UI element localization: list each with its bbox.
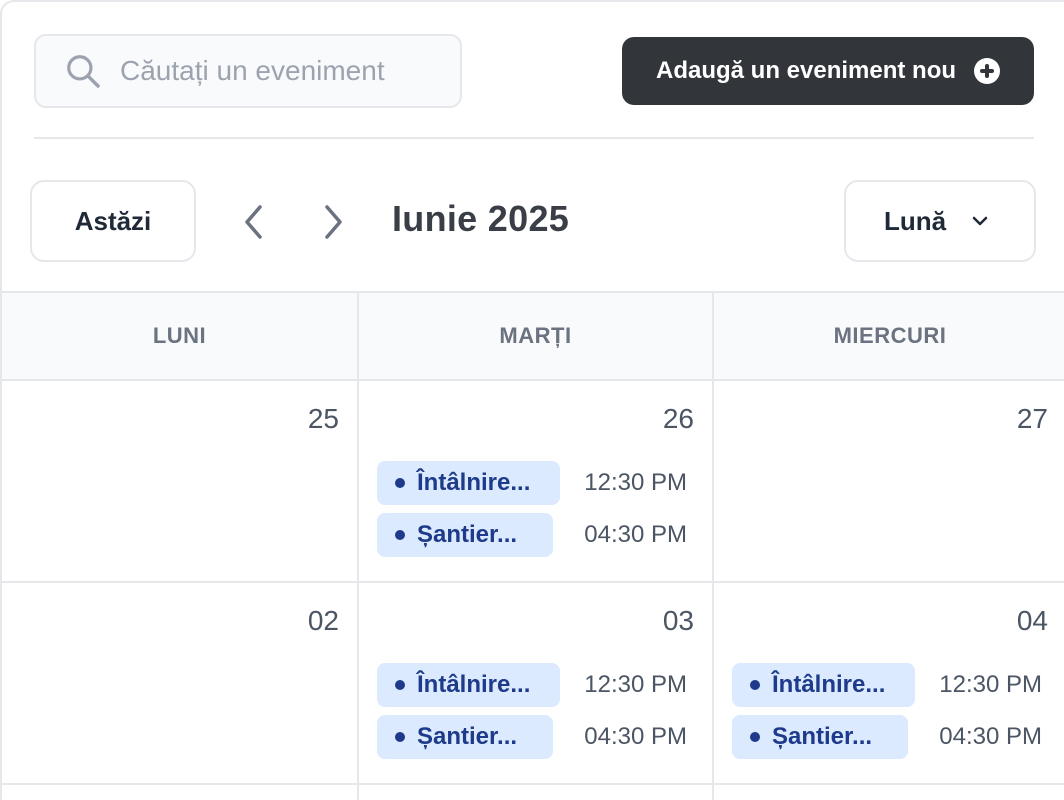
plus-circle-icon: [974, 58, 1001, 84]
day-cell[interactable]: [714, 785, 1064, 800]
chevron-down-icon: [972, 216, 988, 226]
day-number: 03: [662, 605, 694, 636]
day-cell[interactable]: 04 Întâlnire... 12:30 PM Șantier... 04:3…: [714, 583, 1064, 783]
day-cell[interactable]: 02: [2, 583, 359, 783]
day-number: 02: [307, 605, 339, 636]
chevron-left-icon: [245, 205, 262, 239]
view-select-label: Lună: [884, 205, 947, 236]
day-cell[interactable]: [2, 785, 359, 800]
day-cell[interactable]: 26 Întâlnire... 12:30 PM Șantier... 04:3…: [359, 381, 714, 581]
event-dot-icon: [395, 530, 405, 540]
today-button[interactable]: Astăzi: [30, 180, 196, 262]
day-cell[interactable]: 03 Întâlnire... 12:30 PM Șantier... 04:3…: [359, 583, 714, 783]
event-item[interactable]: Întâlnire... 12:30 PM: [377, 461, 687, 505]
weekday-header: LUNI: [2, 293, 359, 379]
view-select[interactable]: Lună: [844, 180, 1036, 262]
weekday-header: MIERCURI: [833, 323, 947, 348]
add-event-button[interactable]: Adaugă un eveniment nou: [622, 37, 1034, 105]
event-time: 04:30 PM: [939, 723, 1042, 750]
previous-month-button[interactable]: [234, 200, 274, 244]
event-pill: Întâlnire...: [377, 461, 560, 505]
week-row-partial: [2, 785, 1064, 800]
day-number: 26: [662, 403, 694, 434]
add-event-button-label: Adaugă un eveniment nou: [655, 57, 957, 84]
search-input[interactable]: [120, 55, 420, 87]
event-time: 12:30 PM: [939, 671, 1042, 698]
event-name: Șantier...: [772, 723, 873, 750]
day-number: 27: [1016, 403, 1048, 434]
event-pill: Întâlnire...: [732, 663, 915, 707]
event-item[interactable]: Șantier... 04:30 PM: [377, 513, 687, 557]
event-name: Întâlnire...: [772, 671, 886, 698]
event-pill: Șantier...: [732, 715, 908, 759]
event-item[interactable]: Șantier... 04:30 PM: [377, 715, 687, 759]
day-number: 04: [1016, 605, 1048, 636]
calendar-panel: Adaugă un eveniment nou Astăzi Iunie 202…: [0, 0, 1064, 800]
event-pill: Întâlnire...: [377, 663, 560, 707]
event-dot-icon: [395, 732, 405, 742]
event-name: Șantier...: [417, 723, 518, 750]
event-dot-icon: [395, 478, 405, 488]
event-name: Șantier...: [417, 521, 518, 548]
event-pill: Șantier...: [377, 715, 553, 759]
next-month-button[interactable]: [313, 200, 353, 244]
day-cell[interactable]: 27: [714, 381, 1064, 581]
event-time: 12:30 PM: [584, 671, 687, 698]
day-number: 25: [307, 403, 339, 434]
event-time: 04:30 PM: [584, 521, 687, 548]
event-dot-icon: [395, 680, 405, 690]
event-name: Întâlnire...: [417, 469, 531, 496]
calendar-grid: LUNI MARȚI MIERCURI 25 26 Întâlnire... 1…: [2, 291, 1064, 800]
event-item[interactable]: Șantier... 04:30 PM: [732, 715, 1042, 759]
week-row: 25 26 Întâlnire... 12:30 PM Șantier... 0…: [2, 381, 1064, 583]
event-name: Întâlnire...: [417, 671, 531, 698]
week-row: 02 03 Întâlnire... 12:30 PM Șantier... 0…: [2, 583, 1064, 785]
chevron-right-icon: [325, 205, 342, 239]
event-time: 04:30 PM: [584, 723, 687, 750]
event-dot-icon: [750, 680, 760, 690]
weekday-header-row: LUNI MARȚI MIERCURI: [2, 291, 1064, 381]
event-dot-icon: [750, 732, 760, 742]
event-item[interactable]: Întâlnire... 12:30 PM: [377, 663, 687, 707]
event-pill: Șantier...: [377, 513, 553, 557]
event-item[interactable]: Întâlnire... 12:30 PM: [732, 663, 1042, 707]
day-cell[interactable]: 25: [2, 381, 359, 581]
header-divider: [34, 137, 1034, 139]
search-icon: [67, 55, 100, 88]
month-title: Iunie 2025: [392, 198, 570, 239]
search-box[interactable]: [34, 34, 462, 108]
day-cell[interactable]: [359, 785, 714, 800]
event-time: 12:30 PM: [584, 469, 687, 496]
weekday-header: MARȚI: [359, 293, 714, 379]
